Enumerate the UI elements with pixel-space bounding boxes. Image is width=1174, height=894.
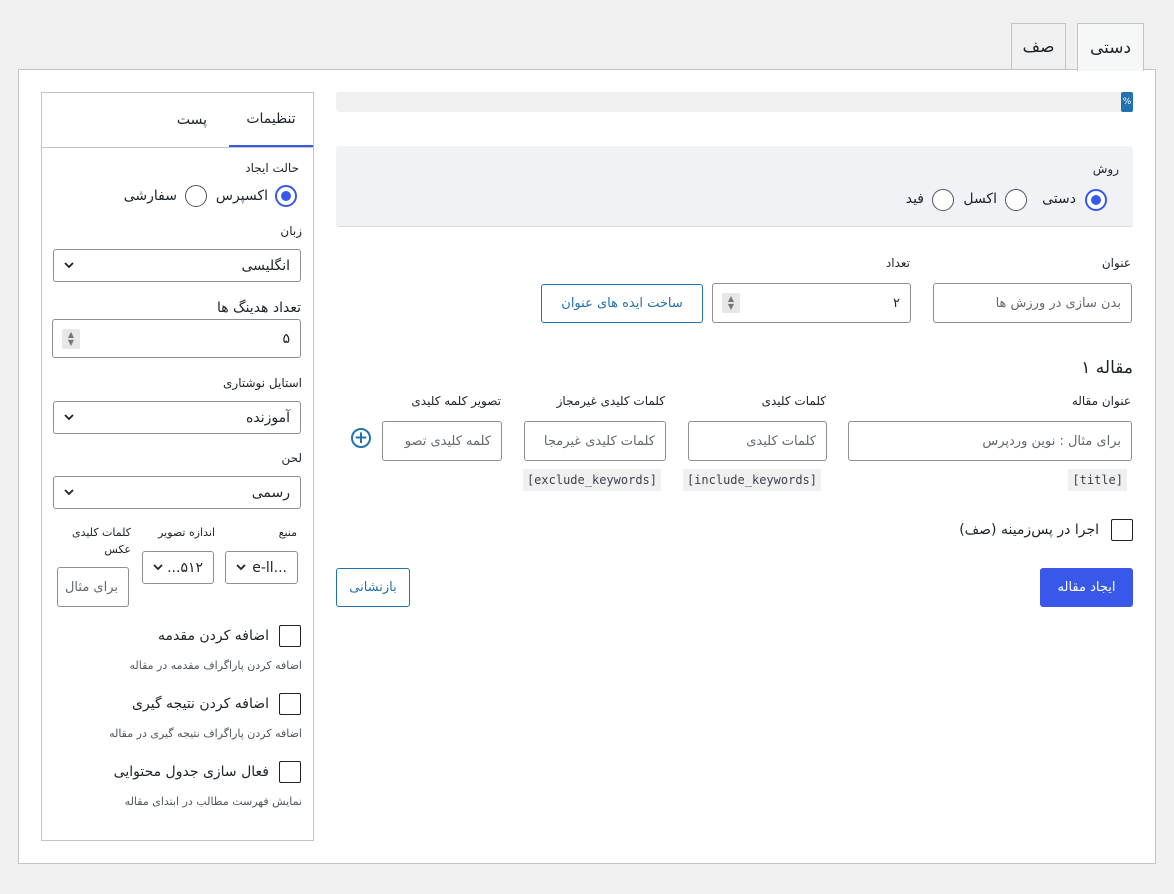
express-label: اکسپرس — [215, 188, 268, 204]
custom-label: سفارشی — [123, 188, 177, 204]
keyword-image-placeholder: کلمه کلیدی تصو — [404, 433, 491, 449]
image-size-select[interactable]: ۵۱۲... — [142, 551, 214, 584]
image-keywords-input[interactable]: برای مثال — [57, 567, 129, 607]
language-label: زبان — [280, 224, 302, 238]
progress-bar: % — [336, 92, 1133, 112]
generate-ideas-button[interactable]: ساخت ایده های عنوان — [541, 284, 703, 323]
method-excel-label: اکسل — [963, 191, 997, 207]
method-manual-radio[interactable] — [1085, 189, 1107, 211]
add-article-plus-icon[interactable]: + — [351, 428, 371, 448]
intro-checkbox[interactable] — [279, 625, 301, 647]
stepper-down-icon[interactable]: ▼ — [728, 303, 734, 311]
count-stepper[interactable]: ▲ ▼ — [722, 293, 740, 313]
create-article-label: ایجاد مقاله — [1057, 580, 1116, 595]
tab-manual[interactable]: دستی — [1077, 23, 1144, 71]
title-input-placeholder: بدن سازی در ورزش ها — [995, 295, 1121, 311]
intro-label: اضافه کردن مقدمه — [158, 628, 269, 644]
image-keywords-placeholder: برای مثال — [64, 579, 118, 595]
article-heading: مقاله ۱ — [1081, 358, 1133, 378]
settings-sidebar: تنظیمات پست حالت ایجاد اکسپرس سفارشی زبا… — [41, 92, 314, 841]
include-keywords-tag: [include_keywords] — [682, 469, 821, 491]
conclusion-checkbox[interactable] — [279, 693, 301, 715]
exclude-keywords-input[interactable]: کلمات کلیدی غیرمجا — [524, 421, 666, 461]
article-title-placeholder: برای مثال : نوین وردپرس — [982, 433, 1121, 449]
reset-button[interactable]: بازنشانی — [336, 568, 410, 607]
keyword-image-input[interactable]: کلمه کلیدی تصو — [382, 421, 502, 461]
source-label: منبع — [278, 526, 297, 539]
writing-style-value: آموزنده — [246, 409, 290, 426]
background-run-label: اجرا در پس‌زمینه (صف) — [959, 522, 1099, 538]
exclude-keywords-tag: [exclude_keywords] — [522, 469, 661, 491]
method-box: روش دستی اکسل فید — [336, 146, 1133, 227]
article-title-label: عنوان مقاله — [1071, 394, 1131, 408]
article-title-input[interactable]: برای مثال : نوین وردپرس — [848, 421, 1132, 461]
image-keywords-label-1: کلمات کلیدی — [71, 526, 131, 539]
language-value: انگلیسی — [241, 257, 290, 274]
tone-select[interactable]: رسمی — [53, 476, 301, 509]
keywords-input[interactable]: کلمات کلیدی — [688, 421, 827, 461]
tone-value: رسمی — [251, 484, 290, 501]
sidebar-tab-settings-label: تنظیمات — [246, 111, 296, 127]
method-manual-label: دستی — [1042, 191, 1076, 207]
chevron-down-icon — [64, 414, 74, 421]
image-size-value: ۵۱۲... — [167, 559, 203, 576]
reset-label: بازنشانی — [349, 580, 397, 595]
title-label: عنوان — [1101, 256, 1131, 270]
toc-label: فعال سازی جدول محتوایی — [113, 764, 269, 780]
sidebar-tab-divider — [42, 147, 313, 148]
progress-label: % — [1122, 97, 1132, 107]
intro-help: اضافه کردن پاراگراف مقدمه در مقاله — [129, 659, 302, 672]
source-value: e-ll... — [252, 559, 287, 576]
method-feed-label: فید — [905, 191, 924, 207]
image-size-label: اندازه تصویر — [158, 526, 215, 539]
keyword-image-label: تصویر کلمه کلیدی — [411, 394, 501, 408]
express-radio[interactable] — [275, 185, 297, 207]
method-feed-radio[interactable] — [932, 189, 954, 211]
conclusion-label: اضافه کردن نتیجه گیری — [132, 696, 269, 712]
generate-ideas-label: ساخت ایده های عنوان — [561, 296, 683, 311]
method-excel-radio[interactable] — [1005, 189, 1027, 211]
image-keywords-label-2: عکس — [104, 543, 131, 556]
toc-checkbox[interactable] — [279, 761, 301, 783]
keywords-placeholder: کلمات کلیدی — [746, 433, 816, 449]
writing-style-label: استایل نوشتاری — [223, 376, 302, 390]
keywords-label: کلمات کلیدی — [761, 394, 826, 408]
sidebar-tab-settings[interactable]: تنظیمات — [229, 93, 313, 147]
sidebar-tab-post-label: پست — [176, 112, 208, 128]
background-run-checkbox[interactable] — [1111, 519, 1133, 541]
custom-radio[interactable] — [185, 185, 207, 207]
headings-count-value: ۵ — [282, 330, 290, 347]
chevron-down-icon — [153, 564, 163, 571]
tab-queue-label: صف — [1022, 37, 1055, 57]
create-article-button[interactable]: ایجاد مقاله — [1040, 568, 1133, 607]
creation-mode-label: حالت ایجاد — [245, 161, 299, 175]
chevron-down-icon — [236, 564, 246, 571]
tab-queue[interactable]: صف — [1011, 23, 1066, 70]
progress-fill: % — [1121, 92, 1133, 112]
conclusion-help: اضافه کردن پاراگراف نتیجه گیری در مقاله — [109, 727, 302, 740]
title-tag: [title] — [1068, 469, 1127, 491]
language-select[interactable]: انگلیسی — [53, 249, 301, 282]
chevron-down-icon — [64, 489, 74, 496]
title-input[interactable]: بدن سازی در ورزش ها — [933, 283, 1132, 323]
tab-manual-label: دستی — [1089, 37, 1132, 58]
count-input[interactable]: ۲ ▲ ▼ — [712, 283, 911, 323]
exclude-keywords-label: کلمات کلیدی غیرمجاز — [556, 394, 665, 408]
stepper-down-icon[interactable]: ▼ — [68, 339, 74, 347]
main-panel: % روش دستی اکسل فید عنوان بدن سازی در ور… — [18, 69, 1156, 864]
count-value: ۲ — [893, 295, 900, 311]
writing-style-select[interactable]: آموزنده — [53, 401, 301, 434]
sidebar-tab-post[interactable]: پست — [162, 93, 222, 147]
headings-count-stepper[interactable]: ▲ ▼ — [62, 329, 80, 349]
method-label: روش — [1092, 162, 1119, 176]
headings-count-input[interactable]: ۵ ▲ ▼ — [52, 319, 301, 358]
exclude-keywords-placeholder: کلمات کلیدی غیرمجا — [543, 433, 655, 449]
count-label: تعداد — [885, 256, 910, 270]
chevron-down-icon — [64, 262, 74, 269]
source-select[interactable]: e-ll... — [225, 551, 298, 584]
tone-label: لحن — [281, 451, 302, 465]
headings-count-label: تعداد هدینگ ها — [216, 300, 301, 316]
toc-help: نمایش فهرست مطالب در ابتدای مقاله — [124, 795, 302, 808]
